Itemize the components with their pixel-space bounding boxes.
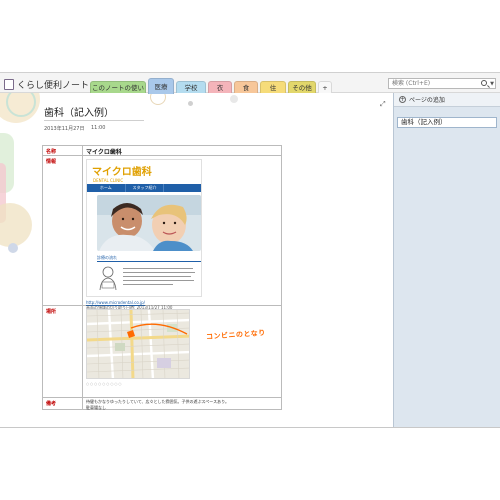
notebook-icon bbox=[4, 78, 14, 90]
site-text-line bbox=[123, 276, 191, 277]
info-table: 名称 マイクロ歯科 情報 マイクロ歯科 DENTAL CLINIC ホーム スタ… bbox=[42, 145, 282, 410]
section-tab[interactable]: 住 bbox=[260, 81, 286, 93]
note-line: 駐車場なし bbox=[86, 405, 106, 410]
page-canvas[interactable]: 歯科（記入例） 2013年11月27日 11:00 ⤢ 名称 マイクロ歯科 情報… bbox=[0, 93, 393, 427]
site-nav: ホーム スタッフ紹介 bbox=[87, 184, 201, 192]
add-section-button[interactable]: + bbox=[318, 81, 332, 93]
notebook-tab-bar: くらし便利ノート ▼ このノートの使い方医療学校衣食住その他+ 検索 (Ctrl… bbox=[0, 73, 500, 104]
site-logo: マイクロ歯科 bbox=[92, 167, 152, 178]
onenote-window: くらし便利ノート ▼ このノートの使い方医療学校衣食住その他+ 検索 (Ctrl… bbox=[0, 72, 500, 428]
table-value-cell[interactable]: マイクロ歯科 DENTAL CLINIC ホーム スタッフ紹介 診療の流れ ht… bbox=[84, 156, 281, 310]
site-rule bbox=[97, 261, 201, 262]
table-label: 名称 bbox=[46, 149, 57, 155]
site-subtitle: DENTAL CLINIC bbox=[93, 178, 124, 183]
site-text-line bbox=[123, 280, 194, 281]
pages-pane: + ページの追加 歯科（記入例） bbox=[393, 93, 500, 427]
website-screenshot[interactable]: マイクロ歯科 DENTAL CLINIC ホーム スタッフ紹介 診療の流れ bbox=[86, 159, 202, 297]
table-row-location: 場所 コンビニのとなり ○○○○○○○○○ bbox=[43, 306, 281, 398]
map-attribution: ○○○○○○○○○ bbox=[86, 382, 123, 386]
section-tab[interactable]: 学校 bbox=[176, 81, 206, 93]
table-value-cell[interactable]: コンビニのとなり ○○○○○○○○○ bbox=[84, 306, 281, 397]
decorative-circle bbox=[230, 95, 238, 103]
table-label-cell: 備考 bbox=[43, 398, 83, 410]
page-title[interactable]: 歯科（記入例） bbox=[44, 104, 114, 119]
page-time: 11:00 bbox=[91, 125, 106, 131]
notebook-title: くらし便利ノート bbox=[17, 80, 90, 91]
expand-icon[interactable]: ⤢ bbox=[380, 100, 386, 109]
table-row-info: 情報 マイクロ歯科 DENTAL CLINIC ホーム スタッフ紹介 診療の流れ… bbox=[43, 156, 281, 310]
site-nav-item bbox=[164, 184, 201, 192]
title-underline bbox=[44, 120, 144, 121]
table-label: 情報 bbox=[46, 159, 57, 165]
section-tab[interactable]: 衣 bbox=[208, 81, 232, 93]
site-text-line bbox=[123, 268, 193, 269]
site-text-line bbox=[123, 284, 173, 285]
add-icon: + bbox=[399, 96, 406, 103]
map-annotation[interactable]: コンビニのとなり bbox=[206, 328, 266, 342]
table-label-cell: 名称 bbox=[43, 146, 83, 155]
section-tab[interactable]: 食 bbox=[234, 81, 258, 93]
site-nav-item: ホーム bbox=[87, 184, 126, 192]
clinic-name: マイクロ歯科 bbox=[86, 149, 122, 156]
section-tab[interactable]: このノートの使い方 bbox=[90, 81, 146, 104]
decorative-circle bbox=[188, 101, 193, 106]
search-input[interactable]: 検索 (Ctrl+E) bbox=[392, 79, 430, 89]
map-image[interactable] bbox=[86, 309, 190, 379]
table-value-cell[interactable]: 待健もかなりゆったりしていて、広々とした雰囲気。子供の遊ぶスペースあり。 駐車場… bbox=[84, 398, 281, 410]
decorative-circle bbox=[0, 203, 32, 247]
note-line: 待健もかなりゆったりしていて、広々とした雰囲気。子供の遊ぶスペースあり。 bbox=[86, 399, 229, 404]
site-illustration bbox=[97, 264, 119, 291]
decorative-circle bbox=[8, 243, 18, 253]
add-page-label: ページの追加 bbox=[409, 97, 445, 104]
notebook-selector[interactable]: くらし便利ノート ▼ bbox=[4, 77, 97, 91]
page-date: 2013年11月27日 bbox=[44, 126, 85, 132]
table-row-notes: 備考 待健もかなりゆったりしていて、広々とした雰囲気。子供の遊ぶスペースあり。 … bbox=[43, 398, 281, 410]
search-scope-dropdown-icon[interactable]: ▼ bbox=[490, 79, 494, 89]
section-tab[interactable]: 医療 bbox=[148, 78, 174, 94]
search-box[interactable]: 検索 (Ctrl+E) ▼ bbox=[388, 78, 496, 89]
table-label-cell: 情報 bbox=[43, 156, 83, 305]
table-label: 場所 bbox=[46, 309, 57, 315]
site-nav-item: スタッフ紹介 bbox=[126, 184, 165, 192]
table-row-name: 名称 マイクロ歯科 bbox=[43, 146, 281, 156]
table-label: 備考 bbox=[46, 401, 57, 407]
site-photo bbox=[97, 195, 201, 251]
search-icon[interactable] bbox=[481, 80, 487, 86]
page-list-item[interactable]: 歯科（記入例） bbox=[397, 117, 497, 128]
table-label-cell: 場所 bbox=[43, 306, 83, 397]
site-text-line bbox=[123, 272, 195, 273]
section-tab[interactable]: その他 bbox=[288, 81, 316, 93]
add-page-button[interactable]: + ページの追加 bbox=[394, 93, 500, 107]
table-value-cell[interactable]: マイクロ歯科 bbox=[84, 146, 281, 156]
